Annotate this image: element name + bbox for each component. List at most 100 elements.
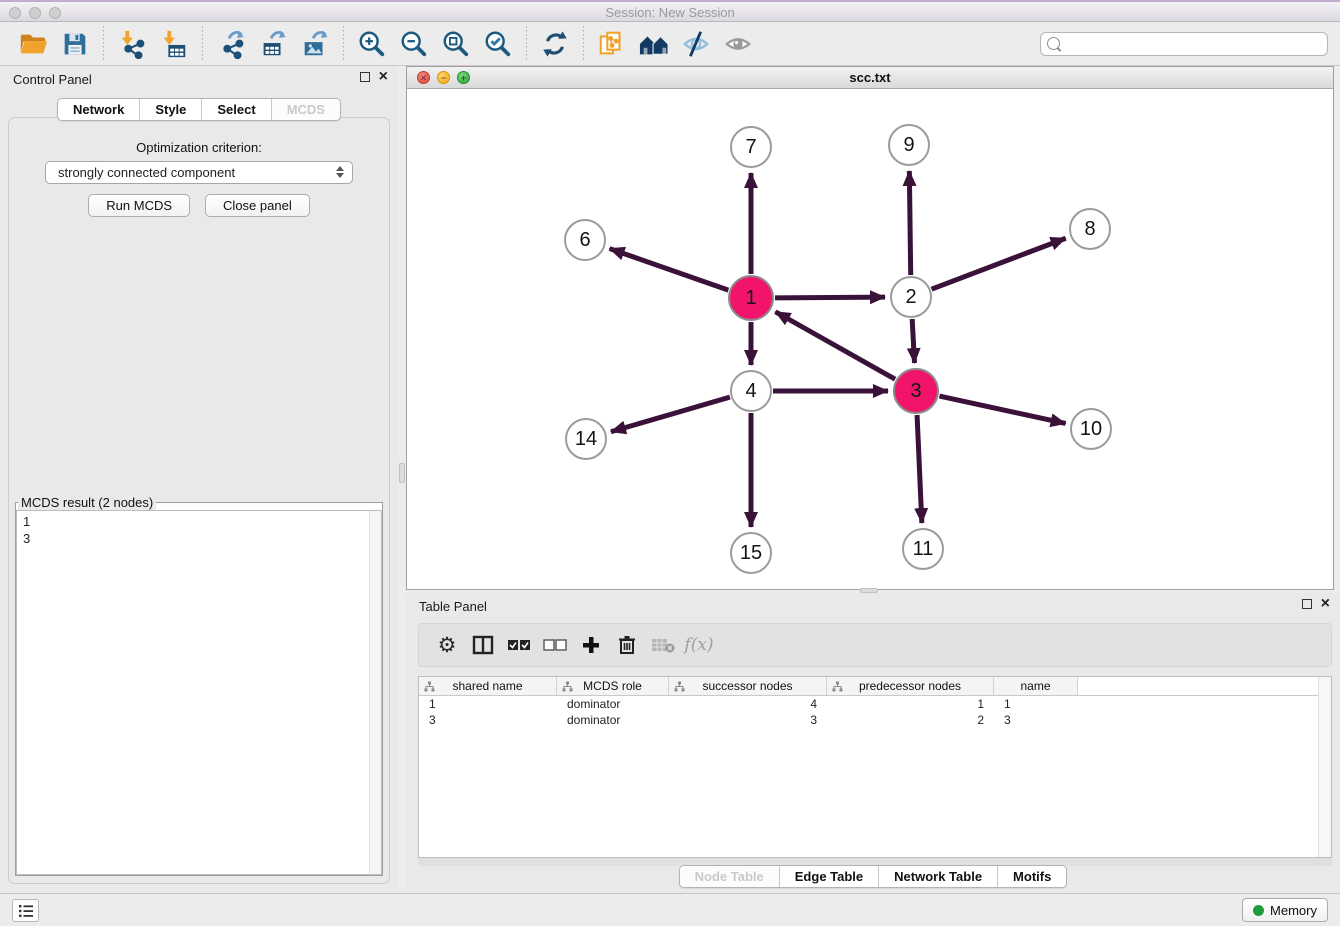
graph-node-3[interactable]: 3 xyxy=(893,368,939,414)
open-session-button[interactable] xyxy=(16,27,50,61)
graph-node-4[interactable]: 4 xyxy=(730,370,772,412)
refresh-view-button[interactable] xyxy=(538,27,572,61)
tab-motifs[interactable]: Motifs xyxy=(998,866,1066,887)
zoom-out-button[interactable] xyxy=(397,27,431,61)
run-mcds-button[interactable]: Run MCDS xyxy=(88,194,190,217)
graph-node-10[interactable]: 10 xyxy=(1070,408,1112,450)
graph-node-8[interactable]: 8 xyxy=(1069,208,1111,250)
edge-3-1[interactable] xyxy=(775,312,895,379)
deselect-all-button[interactable] xyxy=(537,627,573,663)
graph-node-15[interactable]: 15 xyxy=(730,532,772,574)
save-session-button[interactable] xyxy=(58,27,92,61)
tab-select[interactable]: Select xyxy=(202,99,271,120)
zoom-in-button[interactable] xyxy=(355,27,389,61)
close-table-panel-icon[interactable]: × xyxy=(1321,599,1330,609)
status-bar: Memory xyxy=(0,893,1340,926)
zoom-fit-button[interactable] xyxy=(439,27,473,61)
tab-node-table[interactable]: Node Table xyxy=(680,866,780,887)
graph-node-11[interactable]: 11 xyxy=(902,528,944,570)
export-image-button[interactable] xyxy=(298,27,332,61)
result-scrollbar[interactable] xyxy=(369,511,381,874)
table-row[interactable]: 1dominator411 xyxy=(419,696,1331,712)
tab-network[interactable]: Network xyxy=(58,99,140,120)
cell-successor-nodes[interactable]: 3 xyxy=(669,713,827,727)
edge-3-11[interactable] xyxy=(917,415,922,523)
import-network-button[interactable] xyxy=(115,27,149,61)
network-canvas[interactable]: 7 9 6 8 1 2 4 3 14 10 15 11 xyxy=(407,89,1333,589)
edge-4-14[interactable] xyxy=(611,397,730,432)
column-header-mcds-role[interactable]: MCDS role xyxy=(557,677,669,695)
show-column-button[interactable] xyxy=(465,627,501,663)
table-tab-bar: Node TableEdge TableNetwork TableMotifs xyxy=(406,865,1340,888)
function-builder-button[interactable]: f(x) xyxy=(681,627,717,663)
criterion-dropdown[interactable]: strongly connected component xyxy=(45,161,353,184)
tab-style[interactable]: Style xyxy=(140,99,202,120)
graph-node-2[interactable]: 2 xyxy=(890,276,932,318)
column-header-shared-name[interactable]: shared name xyxy=(419,677,557,695)
import-table-button[interactable] xyxy=(157,27,191,61)
export-network-button[interactable] xyxy=(214,27,248,61)
cell-shared-name[interactable]: 1 xyxy=(419,697,557,711)
window-title: Session: New Session xyxy=(0,5,1340,20)
cell-shared-name[interactable]: 3 xyxy=(419,713,557,727)
zoom-selected-button[interactable] xyxy=(481,27,515,61)
tab-mcds[interactable]: MCDS xyxy=(272,99,340,120)
edge-1-6[interactable] xyxy=(610,249,729,291)
cell-name[interactable]: 1 xyxy=(994,697,1078,711)
delete-column-button[interactable] xyxy=(609,627,645,663)
export-table-button[interactable] xyxy=(256,27,290,61)
graph-node-9[interactable]: 9 xyxy=(888,124,930,166)
search-field[interactable] xyxy=(1040,32,1328,56)
graph-node-7[interactable]: 7 xyxy=(730,126,772,168)
table-header-row: shared nameMCDS rolesuccessor nodesprede… xyxy=(419,677,1331,696)
tab-edge-table[interactable]: Edge Table xyxy=(780,866,879,887)
cell-mcds-role[interactable]: dominator xyxy=(557,697,669,711)
graph-node-14[interactable]: 14 xyxy=(565,418,607,460)
control-tabs: NetworkStyleSelectMCDS xyxy=(57,98,341,121)
vertical-splitter-handle[interactable] xyxy=(399,463,405,483)
edge-3-10[interactable] xyxy=(939,396,1065,423)
graph-node-1[interactable]: 1 xyxy=(728,275,774,321)
close-panel-icon[interactable]: × xyxy=(379,72,388,82)
control-panel-tab-bar: NetworkStyleSelectMCDS xyxy=(0,98,398,121)
cell-predecessor-nodes[interactable]: 1 xyxy=(827,697,994,711)
graph-node-6[interactable]: 6 xyxy=(564,219,606,261)
edge-1-2[interactable] xyxy=(775,297,885,298)
task-history-button[interactable] xyxy=(12,899,39,922)
first-neighbors-button[interactable] xyxy=(637,27,671,61)
column-header-predecessor-nodes[interactable]: predecessor nodes xyxy=(827,677,994,695)
float-table-panel-icon[interactable] xyxy=(1302,599,1312,609)
create-column-button[interactable] xyxy=(573,627,609,663)
mcds-result-area[interactable]: 1 3 xyxy=(16,510,382,875)
new-network-from-selection-button[interactable] xyxy=(595,27,629,61)
trash-icon xyxy=(618,635,636,655)
float-panel-icon[interactable] xyxy=(360,72,370,82)
optimization-criterion-label: Optimization criterion: xyxy=(9,140,389,155)
column-type-icon xyxy=(424,681,435,692)
cell-successor-nodes[interactable]: 4 xyxy=(669,697,827,711)
toolbar-separator xyxy=(202,26,203,62)
toolbar-separator xyxy=(343,26,344,62)
search-input[interactable] xyxy=(1065,36,1321,51)
memory-button[interactable]: Memory xyxy=(1242,898,1328,922)
delete-table-button[interactable] xyxy=(645,627,681,663)
show-all-button[interactable] xyxy=(721,27,755,61)
column-header-successor-nodes[interactable]: successor nodes xyxy=(669,677,827,695)
edge-2-8[interactable] xyxy=(932,238,1066,289)
network-view-window: ✕ − + scc.txt 7968124314101511 xyxy=(406,66,1334,590)
column-header-name[interactable]: name xyxy=(994,677,1078,695)
close-panel-button[interactable]: Close panel xyxy=(205,194,310,217)
cell-name[interactable]: 3 xyxy=(994,713,1078,727)
tab-network-table[interactable]: Network Table xyxy=(879,866,998,887)
hide-selected-button[interactable] xyxy=(679,27,713,61)
memory-status-icon xyxy=(1253,905,1264,916)
edge-2-9[interactable] xyxy=(909,171,910,275)
refresh-icon xyxy=(540,29,570,59)
table-settings-button[interactable]: ⚙ xyxy=(429,627,465,663)
table-row[interactable]: 3dominator323 xyxy=(419,712,1331,728)
table-scrollbar[interactable] xyxy=(1318,677,1331,857)
edge-2-3[interactable] xyxy=(912,319,914,363)
select-all-button[interactable] xyxy=(501,627,537,663)
cell-predecessor-nodes[interactable]: 2 xyxy=(827,713,994,727)
cell-mcds-role[interactable]: dominator xyxy=(557,713,669,727)
